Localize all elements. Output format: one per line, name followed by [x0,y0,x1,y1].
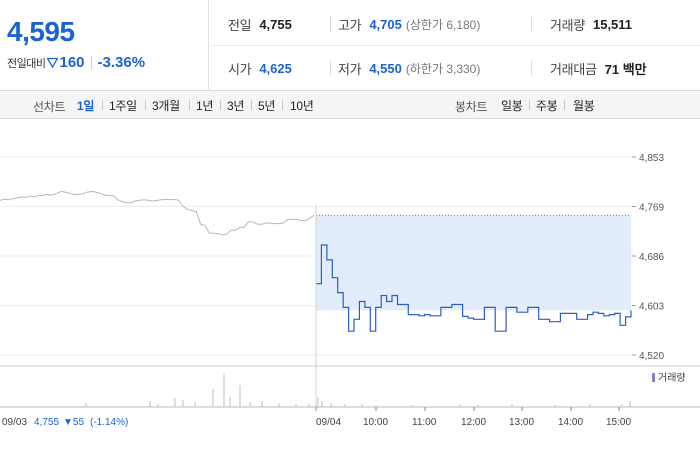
period-3m-tab[interactable]: 3개월 [152,97,180,114]
period-10y-tab[interactable]: 10년 [290,97,314,114]
prev-day-change-percent: (-1.14%) [90,417,128,428]
x-axis-ticks: 09/04 10:00 11:00 12:00 13:00 14:00 15:00 [315,407,631,428]
stat-label: 전일 [228,18,252,33]
change-label: 전일대비 [7,57,46,70]
x-tick-label: 11:00 [412,417,437,428]
today-range-fill [316,215,631,311]
volume-legend-swatch [652,373,655,382]
divider [531,61,532,75]
divider [220,100,221,110]
prev-day-price-line [0,190,315,236]
y-tick-label: 4,603 [639,302,664,313]
stat-label: 저가 [338,62,362,77]
period-3y-tab[interactable]: 3년 [227,97,244,114]
change-divider [90,56,92,69]
x-tick-label: 14:00 [558,417,583,428]
down-triangle-icon [47,57,59,68]
stat-value: 4,550 [369,61,402,76]
stat-label: 거래대금 [550,62,597,77]
stat-label: 거래량 [550,18,585,33]
divider [531,17,532,31]
stat-prev-close: 전일 4,755 [228,15,292,34]
divider [330,17,331,31]
current-price: 4,595 [7,16,75,47]
change-percent: -3.36% [97,54,146,71]
stat-value: 4,625 [259,61,292,76]
stat-value: 71 백만 [604,62,647,77]
prev-day-footer: 09/03 4,755 ▼55 (-1.14%) [2,417,128,428]
stat-label: 시가 [228,62,252,77]
divider [189,100,190,110]
divider [102,100,103,110]
prev-day-close: 4,755 [34,417,59,428]
stat-low: 저가 4,550 (하한가 3,330) [338,59,480,78]
y-tick-label: 4,769 [639,203,664,214]
line-chart-label: 선차트 [33,100,66,114]
x-tick-label: 13:00 [509,417,534,428]
x-tick-label: 09/04 [316,417,341,428]
x-tick-label: 15:00 [606,417,631,428]
period-1y-tab[interactable]: 1년 [196,97,213,114]
prev-day-change: ▼55 [63,417,84,428]
period-5y-tab[interactable]: 5년 [258,97,275,114]
price-chart: 4,853 4,769 4,686 4,603 4,520 거래량 09/04 10:00… [0,120,700,450]
divider [330,61,331,75]
y-tick-label: 4,853 [639,153,664,164]
stat-label: 고가 [338,18,362,33]
y-axis-ticks: 4,853 4,769 4,686 4,603 4,520 [632,153,664,362]
candle-monthly-tab[interactable]: 월봉 [573,97,595,114]
stat-value: 15,511 [592,17,633,32]
change-value: 160 [59,54,85,71]
stat-amount: 거래대금 71 백만 [550,59,647,78]
price-summary: 4,595 전일대비 160 -3.36% [0,0,209,91]
stat-limit: (하한가 3,330) [405,62,481,76]
period-1d-tab[interactable]: 1일 [77,97,94,114]
divider [145,100,146,110]
stats-row-divider [210,45,700,46]
stat-limit: (상한가 6,180) [405,18,481,32]
y-tick-label: 4,520 [639,351,664,362]
x-tick-label: 12:00 [461,417,486,428]
period-1w-tab[interactable]: 1주일 [109,97,137,114]
stat-value: 4,755 [259,17,292,32]
divider [251,100,252,110]
candle-chart-label: 봉차트 [455,100,488,114]
change-line: 전일대비 160 -3.36% [7,54,145,71]
quote-header: 4,595 전일대비 160 -3.36% 전일 4,755 고가 4,705 … [0,0,700,91]
volume-bars [85,373,631,407]
x-tick-label: 10:00 [363,417,388,428]
y-tick-label: 4,686 [639,252,664,263]
chart-toolbar: 선차트 1일 1주일 3개월 1년 3년 5년 10년 봉차트 일봉 주봉 월봉 [0,91,700,119]
stat-value: 4,705 [369,17,402,32]
volume-legend-label: 거래량 [658,372,686,384]
candle-weekly-tab[interactable]: 주봉 [536,97,558,114]
divider [282,100,283,110]
stat-open: 시가 4,625 [228,59,292,78]
divider [529,100,530,110]
prev-day-date: 09/03 [2,417,27,428]
stat-volume: 거래량 15,511 [550,15,632,34]
price-chart-svg: 4,853 4,769 4,686 4,603 4,520 거래량 09/04 10:00… [0,153,700,428]
divider [564,100,565,110]
stat-high: 고가 4,705 (상한가 6,180) [338,15,480,34]
candle-daily-tab[interactable]: 일봉 [501,97,523,114]
